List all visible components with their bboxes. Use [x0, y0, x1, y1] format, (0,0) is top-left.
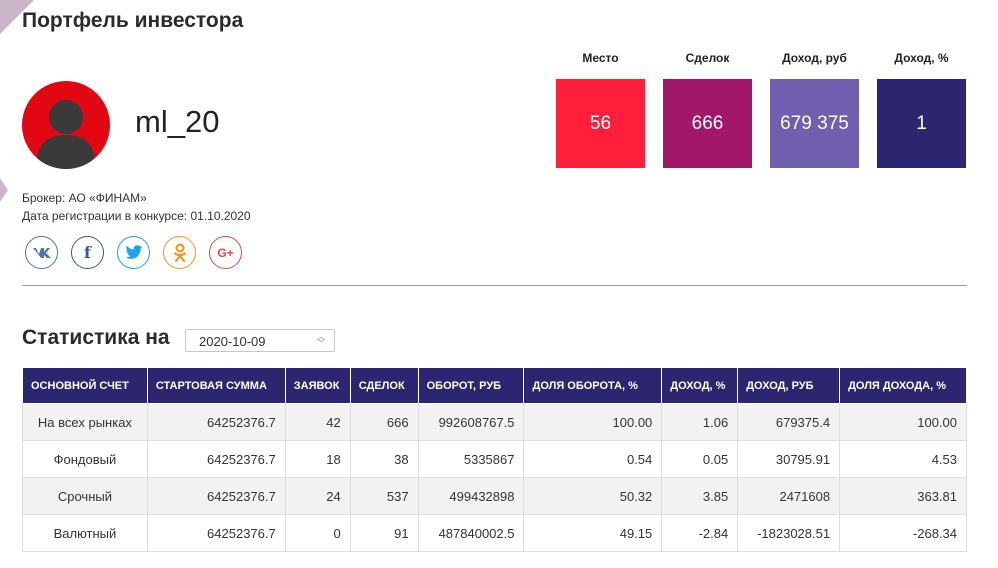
table-cell: 4.53 — [839, 440, 967, 478]
username: ml_20 — [135, 104, 220, 139]
table-cell: 18 — [284, 440, 351, 478]
table-cell: 0.05 — [661, 440, 739, 478]
stat-label-deals: Сделок — [685, 51, 730, 65]
table-cell: 2471608 — [737, 477, 841, 515]
table-row: Фондовый 64252376.7 18 38 5335867 0.54 0… — [22, 440, 967, 478]
table-cell: -268.34 — [839, 514, 967, 552]
table-cell: 50.32 — [523, 477, 663, 515]
broker-label: Брокер: — [22, 191, 66, 205]
statistics-heading: Статистика на — [22, 326, 170, 349]
table-cell: 3.85 — [661, 477, 739, 515]
table-cell: 363.81 — [839, 477, 967, 515]
registration-value: 01.10.2020 — [190, 209, 251, 223]
table-cell: 100.00 — [523, 403, 663, 441]
table-row: Валютный 64252376.7 0 91 487840002.5 49.… — [22, 514, 967, 552]
spinner-icon[interactable]: ︿ ﹀ — [317, 333, 325, 348]
table-cell: -1823028.51 — [737, 514, 841, 552]
google-plus-icon[interactable]: G+ — [209, 236, 242, 269]
table-header: ДОХОД, % — [661, 367, 739, 404]
table-header-row: ОСНОВНОЙ СЧЕТ СТАРТОВАЯ СУММА ЗАЯВОК СДЕ… — [22, 367, 967, 404]
table-header: СТАРТОВАЯ СУММА — [146, 367, 286, 404]
table-header: ЗАЯВОК — [284, 367, 351, 404]
table-row: Срочный 64252376.7 24 537 499432898 50.3… — [22, 477, 967, 515]
table-cell: 537 — [349, 477, 419, 515]
registration-label: Дата регистрации в конкурсе: — [22, 209, 188, 223]
table-header: ДОЛЯ ОБОРОТА, % — [523, 367, 663, 404]
table-cell: 24 — [284, 477, 351, 515]
stat-box-deals: 666 — [663, 79, 752, 168]
social-share-bar: f G+ — [25, 236, 242, 269]
table-cell: Срочный — [22, 477, 148, 515]
registration-info: Дата регистрации в конкурсе: 01.10.2020 — [22, 209, 251, 223]
stat-box-place: 56 — [556, 79, 645, 168]
table-header: ОСНОВНОЙ СЧЕТ — [22, 367, 148, 404]
stat-box-income-pct: 1 — [877, 79, 966, 168]
table-cell: 64252376.7 — [146, 477, 286, 515]
date-picker[interactable]: 2020-10-09 ︿ ﹀ — [185, 329, 335, 352]
table-cell: На всех рынках — [22, 403, 148, 441]
broker-info: Брокер: АО «ФИНАМ» — [22, 191, 147, 205]
table-cell: 992608767.5 — [417, 403, 525, 441]
table-cell: 64252376.7 — [146, 440, 286, 478]
table-cell: 5335867 — [417, 440, 525, 478]
table-cell: 0 — [284, 514, 351, 552]
table-header: ОБОРОТ, РУБ — [417, 367, 525, 404]
table-row: На всех рынках 64252376.7 42 666 9926087… — [22, 403, 967, 441]
divider — [22, 285, 967, 286]
table-cell: 42 — [284, 403, 351, 441]
table-cell: 1.06 — [661, 403, 739, 441]
table-cell: 64252376.7 — [146, 403, 286, 441]
table-cell: Валютный — [22, 514, 148, 552]
table-cell: 64252376.7 — [146, 514, 286, 552]
facebook-icon[interactable]: f — [71, 236, 104, 269]
odnoklassniki-icon[interactable] — [163, 236, 196, 269]
table-cell: -2.84 — [661, 514, 739, 552]
table-cell: 91 — [349, 514, 419, 552]
table-cell: 30795.91 — [737, 440, 841, 478]
table-cell: 666 — [349, 403, 419, 441]
table-header: ДОХОД, РУБ — [737, 367, 841, 404]
date-value: 2020-10-09 — [199, 334, 266, 349]
stat-label-income-pct: Доход, % — [894, 51, 949, 65]
page-title: Портфель инвестора — [22, 9, 244, 32]
table-header: ДОЛЯ ДОХОДА, % — [839, 367, 967, 404]
table-header: СДЕЛОК — [349, 367, 419, 404]
stat-box-income-rub: 679 375 — [770, 79, 859, 168]
table-cell: 499432898 — [417, 477, 525, 515]
table-cell: 100.00 — [839, 403, 967, 441]
table-cell: 0.54 — [523, 440, 663, 478]
side-decoration — [0, 178, 8, 202]
user-silhouette-icon — [36, 100, 96, 169]
twitter-icon[interactable] — [117, 236, 150, 269]
stat-label-income-rub: Доход, руб — [782, 51, 847, 65]
stat-label-place: Место — [582, 51, 619, 65]
avatar — [22, 81, 110, 169]
table-cell: 487840002.5 — [417, 514, 525, 552]
statistics-table: ОСНОВНОЙ СЧЕТ СТАРТОВАЯ СУММА ЗАЯВОК СДЕ… — [22, 367, 967, 552]
table-cell: 679375.4 — [737, 403, 841, 441]
broker-value: АО «ФИНАМ» — [68, 191, 147, 205]
table-cell: 49.15 — [523, 514, 663, 552]
table-cell: Фондовый — [22, 440, 148, 478]
table-cell: 38 — [349, 440, 419, 478]
vk-icon[interactable] — [25, 236, 58, 269]
